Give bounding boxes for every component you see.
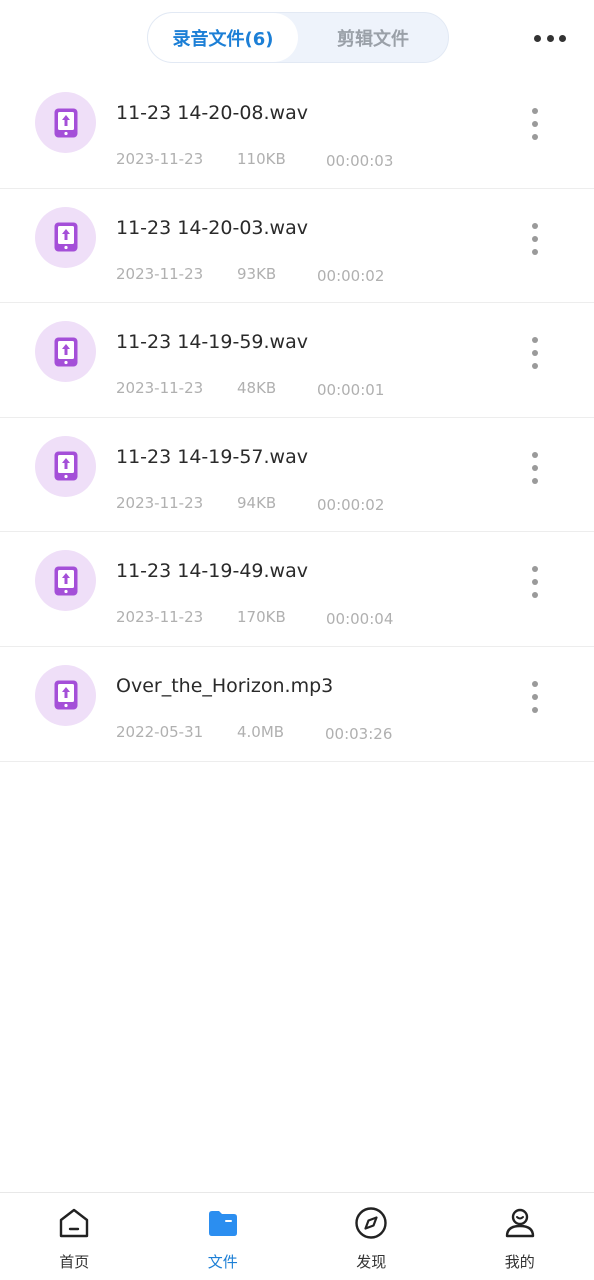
top-header: 录音文件(6) 剪辑文件 <box>0 0 594 76</box>
file-name: 11-23 14-19-59.wav <box>116 331 308 354</box>
menu-dot <box>532 134 538 140</box>
phone-upload-icon <box>54 337 77 367</box>
file-name: 11-23 14-19-57.wav <box>116 445 308 468</box>
file-size: 4.0MB <box>237 722 285 741</box>
file-row[interactable]: 11-23 14-19-49.wav 2023-11-23 170KB 00:00:0… <box>0 532 594 647</box>
file-size: 94KB <box>237 493 277 512</box>
file-duration: 00:00:03 <box>326 152 394 170</box>
file-name: 11-23 14-20-08.wav <box>116 102 308 124</box>
tab-recordings[interactable]: 录音文件(6) <box>148 13 298 62</box>
menu-dot <box>532 579 538 586</box>
phone-upload-icon <box>54 108 77 137</box>
row-more-button[interactable] <box>524 108 546 140</box>
menu-dot <box>532 477 538 484</box>
audio-file-icon <box>35 664 96 726</box>
menu-dot <box>532 566 538 573</box>
phone-upload-icon <box>54 451 77 481</box>
row-more-button[interactable] <box>524 451 546 484</box>
nav-item-home[interactable]: 首页 <box>0 1193 149 1280</box>
more-dot <box>559 34 566 42</box>
file-date: 2023-11-23 <box>116 264 204 283</box>
file-date: 2023-11-23 <box>116 150 204 168</box>
file-row[interactable]: Over_the_Horizon.mp3 2022-05-31 4.0MB 00:03… <box>0 647 594 762</box>
file-name: Over_the_Horizon.mp3 <box>116 674 334 697</box>
file-name: 11-23 14-19-49.wav <box>116 560 308 583</box>
file-size: 48KB <box>237 379 277 398</box>
file-row[interactable]: 11-23 14-19-57.wav 2023-11-23 94KB 00:00:02 <box>0 418 594 533</box>
file-name: 11-23 14-20-03.wav <box>116 216 308 239</box>
file-size: 93KB <box>237 264 277 283</box>
phone-upload-icon <box>54 222 77 252</box>
more-dot <box>546 34 554 42</box>
menu-dot <box>532 680 538 687</box>
file-list: 11-23 14-20-08.wav 2023-11-23 110KB 00:00:0… <box>0 74 594 762</box>
nav-item-discover[interactable]: 发现 <box>297 1193 446 1280</box>
file-size: 170KB <box>237 608 286 627</box>
file-row[interactable]: 11-23 14-19-59.wav 2023-11-23 48KB 00:00:01 <box>0 303 594 418</box>
file-duration: 00:00:02 <box>317 266 385 285</box>
menu-dot <box>532 248 538 255</box>
phone-upload-icon <box>54 680 77 710</box>
audio-file-icon <box>35 550 96 612</box>
phone-upload-icon <box>54 566 77 596</box>
profile-icon <box>505 1208 534 1238</box>
menu-dot <box>532 108 538 114</box>
nav-label-profile: 我的 <box>504 1253 535 1271</box>
more-options-button[interactable] <box>530 28 570 48</box>
audio-file-icon <box>35 206 96 268</box>
menu-dot <box>532 693 538 700</box>
menu-dot <box>532 451 538 458</box>
file-duration: 00:03:26 <box>325 724 393 743</box>
home-icon <box>60 1208 89 1238</box>
file-row[interactable]: 11-23 14-20-03.wav 2023-11-23 93KB 00:00:02 <box>0 189 594 304</box>
file-date: 2023-11-23 <box>116 608 204 627</box>
menu-dot <box>532 464 538 471</box>
file-type-segmented-control: 录音文件(6) 剪辑文件 <box>147 12 449 63</box>
menu-dot <box>532 363 538 370</box>
file-size: 110KB <box>237 150 286 168</box>
bottom-nav: 首页 文件 发现 我的 <box>0 1192 594 1280</box>
row-more-button[interactable] <box>524 337 546 370</box>
file-date: 2022-05-31 <box>116 722 204 741</box>
file-date: 2023-11-23 <box>116 379 204 398</box>
tab-edited-files[interactable]: 剪辑文件 <box>298 13 448 62</box>
menu-dot <box>532 337 538 344</box>
file-row[interactable]: 11-23 14-20-08.wav 2023-11-23 110KB 00:00:0… <box>0 74 594 189</box>
nav-label-discover: 发现 <box>356 1253 387 1271</box>
nav-item-files[interactable]: 文件 <box>149 1193 298 1280</box>
more-dot <box>534 34 541 42</box>
audio-file-icon <box>35 321 96 383</box>
row-more-button[interactable] <box>524 680 546 713</box>
nav-label-home: 首页 <box>59 1253 90 1271</box>
menu-dot <box>532 121 538 127</box>
menu-dot <box>532 592 538 599</box>
menu-dot <box>532 222 538 229</box>
file-date: 2023-11-23 <box>116 493 204 512</box>
file-duration: 00:00:04 <box>326 610 394 629</box>
nav-label-files: 文件 <box>207 1253 238 1271</box>
row-more-button[interactable] <box>524 566 546 599</box>
menu-dot <box>532 350 538 357</box>
nav-item-profile[interactable]: 我的 <box>446 1193 594 1280</box>
file-duration: 00:00:01 <box>317 381 385 400</box>
menu-dot <box>532 706 538 713</box>
row-more-button[interactable] <box>524 222 546 255</box>
audio-file-icon <box>35 92 96 153</box>
file-duration: 00:00:02 <box>317 495 385 514</box>
compass-icon <box>355 1207 387 1239</box>
menu-dot <box>532 235 538 242</box>
audio-file-icon <box>35 435 96 497</box>
folder-icon <box>208 1211 237 1236</box>
